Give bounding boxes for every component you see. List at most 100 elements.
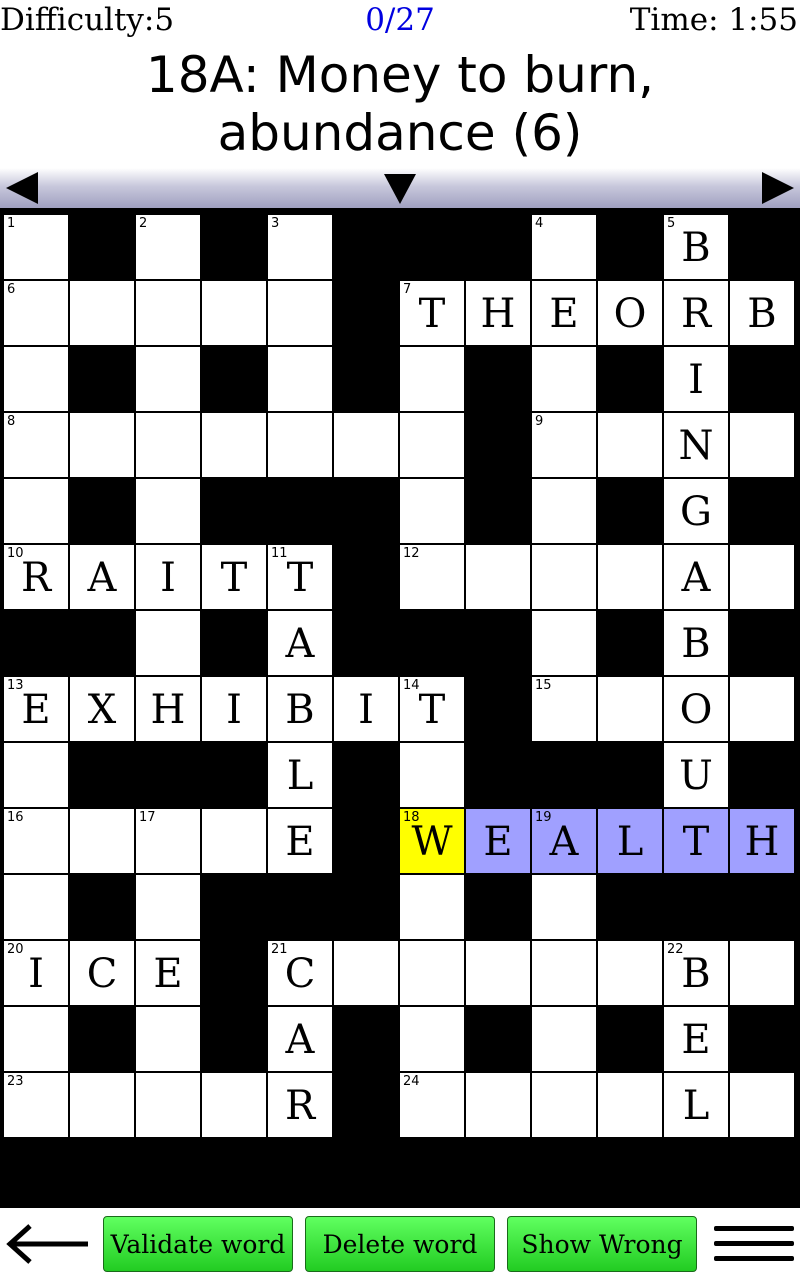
grid-cell[interactable]	[202, 1073, 266, 1137]
grid-cell[interactable]	[532, 479, 596, 543]
grid-cell[interactable]: 12	[400, 545, 464, 609]
grid-cell[interactable]	[466, 545, 530, 609]
grid-cell[interactable]: A	[664, 545, 728, 609]
grid-cell[interactable]	[400, 941, 464, 1005]
grid-cell[interactable]: 21 C	[268, 941, 332, 1005]
grid-cell[interactable]: 11 T	[268, 545, 332, 609]
grid-cell[interactable]: E	[136, 941, 200, 1005]
grid-cell[interactable]: C	[70, 941, 134, 1005]
grid-cell[interactable]: T	[664, 809, 728, 873]
grid-cell[interactable]: 14 T	[400, 677, 464, 741]
grid-cell[interactable]	[730, 1073, 794, 1137]
grid-cell[interactable]: E	[532, 281, 596, 345]
grid-cell[interactable]	[136, 875, 200, 939]
grid-cell[interactable]	[532, 611, 596, 675]
grid-cell[interactable]: O	[664, 677, 728, 741]
grid-cell[interactable]	[136, 479, 200, 543]
grid-cell[interactable]: H	[730, 809, 794, 873]
grid-cell[interactable]: G	[664, 479, 728, 543]
grid-cell[interactable]	[730, 941, 794, 1005]
grid-cell[interactable]: 19 A	[532, 809, 596, 873]
grid-cell[interactable]: A	[268, 1007, 332, 1071]
grid-cell[interactable]	[268, 347, 332, 411]
grid-cell[interactable]	[400, 743, 464, 807]
validate-word-button[interactable]: Validate word	[103, 1216, 293, 1272]
back-arrow-icon[interactable]	[4, 1222, 92, 1266]
grid-cell[interactable]	[70, 809, 134, 873]
grid-cell[interactable]	[532, 941, 596, 1005]
grid-cell[interactable]: B	[730, 281, 794, 345]
grid-cell[interactable]: 20 I	[4, 941, 68, 1005]
grid-cell[interactable]	[532, 1007, 596, 1071]
grid-cell[interactable]	[4, 347, 68, 411]
grid-cell-selected[interactable]: 18 W	[400, 809, 464, 873]
grid-cell[interactable]: X	[70, 677, 134, 741]
next-clue-arrow-icon[interactable]	[762, 172, 794, 204]
grid-cell[interactable]: I	[136, 545, 200, 609]
grid-cell[interactable]	[730, 545, 794, 609]
grid-cell[interactable]: R	[664, 281, 728, 345]
grid-cell[interactable]	[136, 1007, 200, 1071]
grid-cell[interactable]	[4, 875, 68, 939]
grid-cell[interactable]	[730, 413, 794, 477]
grid-cell[interactable]	[598, 545, 662, 609]
grid-cell[interactable]: 4	[532, 215, 596, 279]
grid-cell[interactable]	[136, 347, 200, 411]
grid-cell[interactable]	[598, 941, 662, 1005]
grid-cell[interactable]: I	[664, 347, 728, 411]
grid-cell[interactable]: N	[664, 413, 728, 477]
grid-cell[interactable]	[136, 1073, 200, 1137]
grid-cell[interactable]	[598, 413, 662, 477]
grid-cell[interactable]: H	[136, 677, 200, 741]
grid-cell[interactable]: E	[268, 809, 332, 873]
grid-cell[interactable]: B	[664, 611, 728, 675]
grid-cell[interactable]: 6	[4, 281, 68, 345]
grid-cell[interactable]	[70, 413, 134, 477]
grid-cell[interactable]: I	[202, 677, 266, 741]
grid-cell[interactable]	[532, 1073, 596, 1137]
grid-cell[interactable]	[400, 479, 464, 543]
grid-cell[interactable]	[532, 545, 596, 609]
grid-cell[interactable]: 13 E	[4, 677, 68, 741]
grid-cell[interactable]	[70, 281, 134, 345]
grid-cell[interactable]	[598, 1073, 662, 1137]
grid-cell[interactable]	[532, 875, 596, 939]
grid-cell[interactable]	[202, 809, 266, 873]
clue-list-dropdown-icon[interactable]	[384, 174, 416, 204]
grid-cell[interactable]	[400, 347, 464, 411]
grid-cell[interactable]: 5B	[664, 215, 728, 279]
grid-cell[interactable]: 15	[532, 677, 596, 741]
grid-cell[interactable]: T	[202, 545, 266, 609]
grid-cell[interactable]	[202, 281, 266, 345]
grid-cell[interactable]: L	[664, 1073, 728, 1137]
previous-clue-arrow-icon[interactable]	[6, 172, 38, 204]
grid-cell[interactable]	[268, 281, 332, 345]
grid-cell[interactable]: 7T	[400, 281, 464, 345]
grid-cell[interactable]	[400, 875, 464, 939]
hamburger-menu-icon[interactable]	[712, 1220, 796, 1268]
grid-cell[interactable]: 17	[136, 809, 200, 873]
grid-cell[interactable]: E	[664, 1007, 728, 1071]
grid-cell[interactable]	[4, 479, 68, 543]
grid-cell[interactable]	[70, 1073, 134, 1137]
grid-cell[interactable]: R	[268, 1073, 332, 1137]
grid-cell[interactable]	[334, 413, 398, 477]
grid-cell[interactable]: 24	[400, 1073, 464, 1137]
grid-cell[interactable]: A	[268, 611, 332, 675]
grid-cell[interactable]	[136, 413, 200, 477]
grid-cell[interactable]: 3	[268, 215, 332, 279]
grid-cell[interactable]	[136, 611, 200, 675]
grid-cell[interactable]: E	[466, 809, 530, 873]
grid-cell[interactable]: 2	[136, 215, 200, 279]
grid-cell[interactable]	[730, 677, 794, 741]
grid-cell[interactable]: U	[664, 743, 728, 807]
grid-cell[interactable]: 16	[4, 809, 68, 873]
grid-cell[interactable]	[202, 413, 266, 477]
grid-cell[interactable]	[4, 743, 68, 807]
grid-cell[interactable]	[598, 677, 662, 741]
grid-cell[interactable]: 9	[532, 413, 596, 477]
grid-cell[interactable]	[334, 941, 398, 1005]
grid-cell[interactable]	[532, 347, 596, 411]
grid-cell[interactable]: I	[334, 677, 398, 741]
grid-cell[interactable]: 8	[4, 413, 68, 477]
